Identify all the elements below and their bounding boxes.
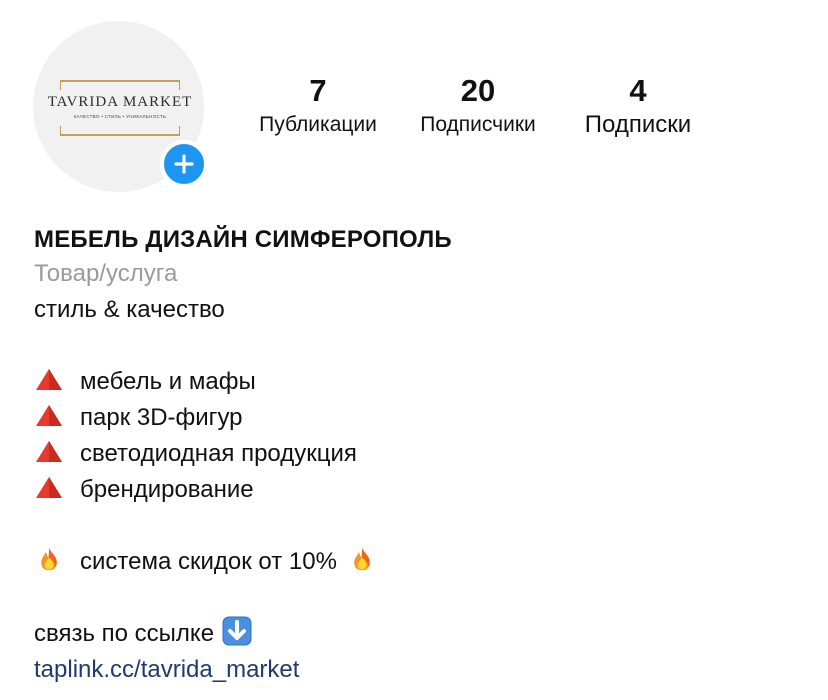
profile-bio: МЕБЕЛЬ ДИЗАЙН СИМФЕРОПОЛЬ Товар/услуга с… [34, 224, 794, 688]
profile-page: TAVRIDA MARKET КАЧЕСТВО • СТИЛЬ • УНИКАЛ… [0, 0, 828, 700]
bio-spacer [34, 328, 794, 364]
bio-list-item-text: светодиодная продукция [80, 440, 357, 467]
brand-logo: TAVRIDA MARKET КАЧЕСТВО • СТИЛЬ • УНИКАЛ… [42, 80, 198, 136]
bio-list-item: светодиодная продукция [34, 436, 794, 472]
following-count: 4 [629, 73, 647, 108]
logo-title: TAVRIDA MARKET [47, 94, 193, 110]
taplink-link[interactable]: taplink.cc/tavrida_market [34, 656, 299, 683]
posts-stat[interactable]: 7 Публикации [247, 74, 389, 138]
red-triangle-icon [36, 369, 62, 390]
fire-icon [354, 547, 370, 571]
profile-name: МЕБЕЛЬ ДИЗАЙН СИМФЕРОПОЛЬ [34, 226, 452, 253]
bio-link-line: taplink.cc/tavrida_market [34, 652, 794, 688]
following-stat[interactable]: 4 Подписки [568, 74, 708, 138]
bio-list-item-text: парк 3D-фигур [80, 404, 243, 431]
bio-tagline: стиль & качество [34, 296, 225, 323]
bio-spacer [34, 580, 794, 616]
following-label: Подписки [584, 111, 692, 138]
bio-contact-line: связь по ссылке [34, 616, 794, 652]
followers-count: 20 [460, 73, 496, 108]
bio-list-item: брендирование [34, 472, 794, 508]
bio-list-item: мебель и мафы [34, 364, 794, 400]
logo-subtitle: КАЧЕСТВО • СТИЛЬ • УНИКАЛЬНОСТЬ [73, 114, 167, 119]
red-triangle-icon [36, 477, 62, 498]
bio-discount-line: система скидок от 10% [34, 544, 794, 580]
bio-list-item-text: брендирование [80, 476, 254, 503]
followers-label: Подписчики [420, 113, 536, 136]
fire-icon [41, 547, 57, 571]
followers-stat[interactable]: 20 Подписчики [407, 74, 549, 138]
bio-list-item-text: мебель и мафы [80, 368, 256, 395]
bio-contact-text: связь по ссылке [34, 620, 215, 647]
posts-count: 7 [309, 73, 327, 108]
bio-discount-text: система скидок от 10% [80, 548, 337, 575]
posts-label: Публикации [259, 113, 377, 136]
profile-category: Товар/услуга [34, 260, 178, 287]
add-story-button[interactable] [160, 140, 208, 188]
down-arrow-icon [222, 616, 252, 646]
red-triangle-icon [36, 405, 62, 426]
bio-list-item: парк 3D-фигур [34, 400, 794, 436]
bio-spacer [34, 508, 794, 544]
plus-icon [174, 154, 194, 174]
red-triangle-icon [36, 441, 62, 462]
